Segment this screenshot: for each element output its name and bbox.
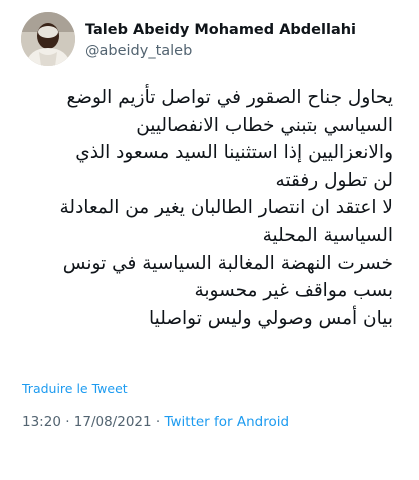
author-display-name[interactable]: Taleb Abeidy Mohamed Abdellahi [85, 20, 405, 40]
author-info: Taleb Abeidy Mohamed Abdellahi @abeidy_t… [85, 20, 405, 61]
tweet-date[interactable]: 17/08/2021 [74, 414, 152, 430]
tweet-header: Taleb Abeidy Mohamed Abdellahi @abeidy_t… [21, 12, 411, 70]
tweet-line: السياسي بتبني خطاب الانفصاليين [136, 114, 393, 136]
tweet-line: خسرت النهضة المغالبة السياسية في تونس [62, 252, 393, 274]
tweet-line: والانعزاليين إذا استثنينا السيد مسعود ال… [75, 142, 393, 164]
tweet-line: بسب مواقف غير محسوبة [194, 280, 393, 302]
author-handle[interactable]: @abeidy_taleb [85, 41, 405, 61]
avatar-image [21, 12, 75, 66]
meta-separator: · [151, 414, 165, 430]
tweet-source-link[interactable]: Twitter for Android [164, 414, 289, 430]
tweet-line: لن تطول رفقته [275, 169, 393, 191]
meta-separator: · [60, 414, 74, 430]
tweet-time[interactable]: 13:20 [22, 414, 61, 430]
tweet-metadata: 13:20 · 17/08/2021 · Twitter for Android [22, 414, 289, 430]
tweet-line: يحاول جناح الصقور في تواصل تأزيم الوضع [66, 87, 393, 108]
tweet-line: السياسية المحلية [262, 224, 393, 246]
translate-tweet-link[interactable]: Traduire le Tweet [22, 381, 128, 396]
tweet-card: Taleb Abeidy Mohamed Abdellahi @abeidy_t… [0, 0, 419, 480]
tweet-line: لا اعتقد ان انتصار الطالبان يغير من المع… [59, 197, 393, 219]
tweet-text: يحاول جناح الصقور في تواصل تأزيم الوضع ا… [21, 84, 393, 332]
tweet-line: بيان أمس وصولي وليس تواصليا [148, 307, 393, 329]
avatar[interactable] [21, 12, 75, 66]
